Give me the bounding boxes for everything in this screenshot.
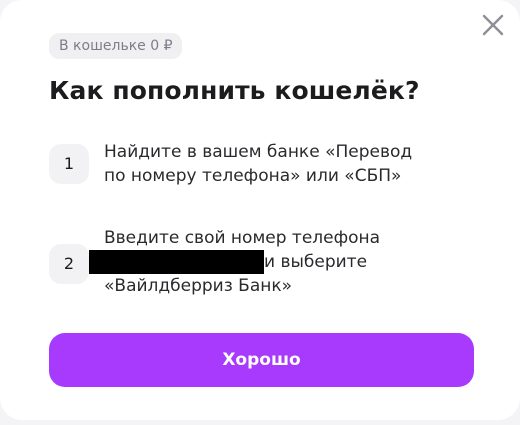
close-icon xyxy=(482,14,504,36)
step-2-line-3: «Вайлдберриз Банк» xyxy=(104,276,293,296)
step-text: Введите свой номер телефона и выберите «… xyxy=(89,226,464,298)
redacted-phone-number xyxy=(89,250,264,274)
ok-button[interactable]: Хорошо xyxy=(49,333,474,387)
close-button[interactable] xyxy=(478,10,508,40)
step-number: 2 xyxy=(49,244,89,284)
step-2-line-2-text: и выберите xyxy=(264,252,368,272)
step-number: 1 xyxy=(49,144,89,184)
wallet-balance-badge: В кошельке 0 ₽ xyxy=(49,33,183,59)
step-2-line-2: и выберите xyxy=(89,250,464,274)
step-1-line-2: по номеру телефона» или «СБП» xyxy=(104,166,402,186)
dialog-title: Как пополнить кошелёк? xyxy=(49,76,420,105)
step-text: Найдите в вашем банке «Перевод по номеру… xyxy=(104,140,464,188)
step-2-line-1: Введите свой номер телефона xyxy=(104,228,381,248)
step-1-line-1: Найдите в вашем банке «Перевод xyxy=(104,142,413,162)
wallet-topup-dialog: В кошельке 0 ₽ Как пополнить кошелёк? 1 … xyxy=(0,0,520,420)
